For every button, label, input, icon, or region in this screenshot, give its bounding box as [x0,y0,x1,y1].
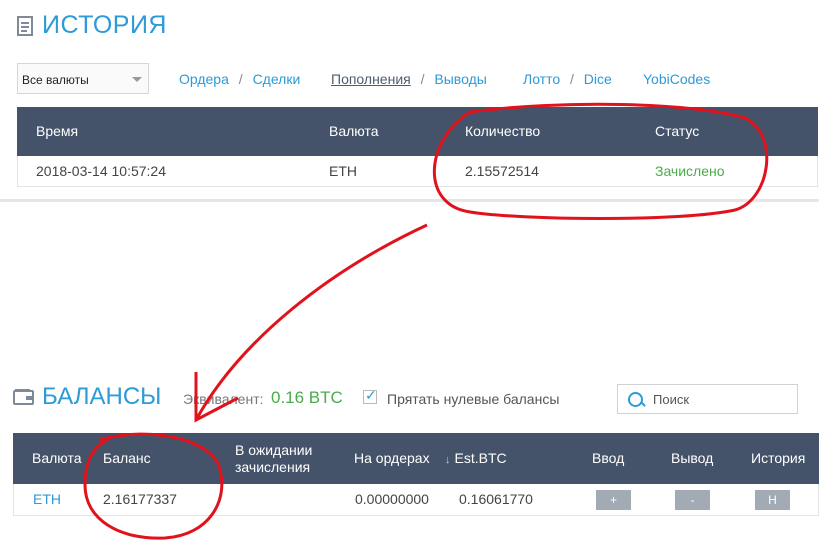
column-header-balance[interactable]: Баланс [103,433,151,484]
equivalent-label: Эквивалент: [183,391,264,407]
nav-separator: / [420,71,425,87]
nav-group-deposits: Пополнения / Выводы [331,71,487,87]
search-icon-handle [640,401,646,407]
nav-deposits[interactable]: Пополнения [331,71,411,87]
column-header-currency[interactable]: Валюта [329,107,379,156]
nav-withdrawals[interactable]: Выводы [434,71,486,87]
nav-group-codes: YobiCodes [643,71,710,87]
row-balance: 2.16177337 [103,491,177,507]
history-panel: ИСТОРИЯ Все валюты Ордера / Сделки Попол… [0,0,819,200]
chevron-down-icon [132,77,142,82]
nav-orders[interactable]: Ордера [179,71,229,87]
search-box[interactable] [617,384,798,414]
hide-zero-checkbox[interactable]: ✓ [363,387,377,404]
wallet-icon [13,389,34,405]
nav-trades[interactable]: Сделки [253,71,301,87]
column-header-amount[interactable]: Количество [465,107,540,156]
table-header: Валюта Баланс В ожидании зачисления На о… [13,433,819,484]
sort-down-icon: ↓ [445,454,451,466]
equivalent-value: 0.16 BTC [271,388,343,407]
table-row: ETH 2.16177337 0.00000000 0.16061770 + -… [13,484,819,516]
column-header-deposit[interactable]: Ввод [592,433,624,484]
history-title: ИСТОРИЯ [42,11,167,39]
balances-table: Валюта Баланс В ожидании зачисления На о… [13,433,819,516]
row-time: 2018-03-14 10:57:24 [36,163,166,179]
row-currency: ETH [329,163,357,179]
table-row: 2018-03-14 10:57:24 ETH 2.15572514 Зачис… [17,156,818,187]
row-est-btc: 0.16061770 [459,491,533,507]
row-amount: 2.15572514 [465,163,539,179]
column-header-status[interactable]: Статус [655,107,699,156]
column-header-est-btc[interactable]: ↓ Est.BTC [445,433,507,486]
screenshot-divider [0,199,819,202]
column-header-pending[interactable]: В ожидании зачисления [235,442,312,476]
nav-lotto[interactable]: Лотто [523,71,560,87]
nav-group-games: Лотто / Dice [523,71,612,87]
nav-group-orders: Ордера / Сделки [179,71,300,87]
row-currency-link[interactable]: ETH [33,484,61,515]
nav-yobicodes[interactable]: YobiCodes [643,71,710,87]
withdraw-button[interactable]: - [675,490,710,510]
search-input[interactable] [653,385,793,413]
hide-zero-label[interactable]: Прятать нулевые балансы [387,391,559,407]
history-list-icon [17,16,33,36]
balances-title: БАЛАНСЫ [42,383,162,410]
column-header-time[interactable]: Время [36,107,78,156]
row-status: Зачислено [655,163,725,179]
history-table: Время Валюта Количество Статус 2018-03-1… [17,107,818,187]
est-btc-label: Est.BTC [454,450,507,466]
column-header-history[interactable]: История [751,433,805,484]
column-header-withdraw[interactable]: Вывод [671,433,713,484]
nav-separator: / [238,71,243,87]
pending-line-2: зачисления [235,459,311,475]
pending-line-1: В ожидании [235,442,313,458]
column-header-on-orders[interactable]: На ордерах [354,433,430,484]
nav-separator: / [570,71,574,87]
checkmark-icon: ✓ [365,387,377,403]
deposit-button[interactable]: + [596,490,631,510]
nav-dice[interactable]: Dice [584,71,612,87]
row-on-orders: 0.00000000 [355,491,429,507]
currency-filter-select[interactable]: Все валюты [17,63,149,94]
column-header-currency[interactable]: Валюта [32,433,82,484]
currency-filter-value: Все валюты [22,73,89,87]
search-icon [628,392,643,407]
history-button[interactable]: H [755,490,790,510]
table-header: Время Валюта Количество Статус [17,107,818,156]
